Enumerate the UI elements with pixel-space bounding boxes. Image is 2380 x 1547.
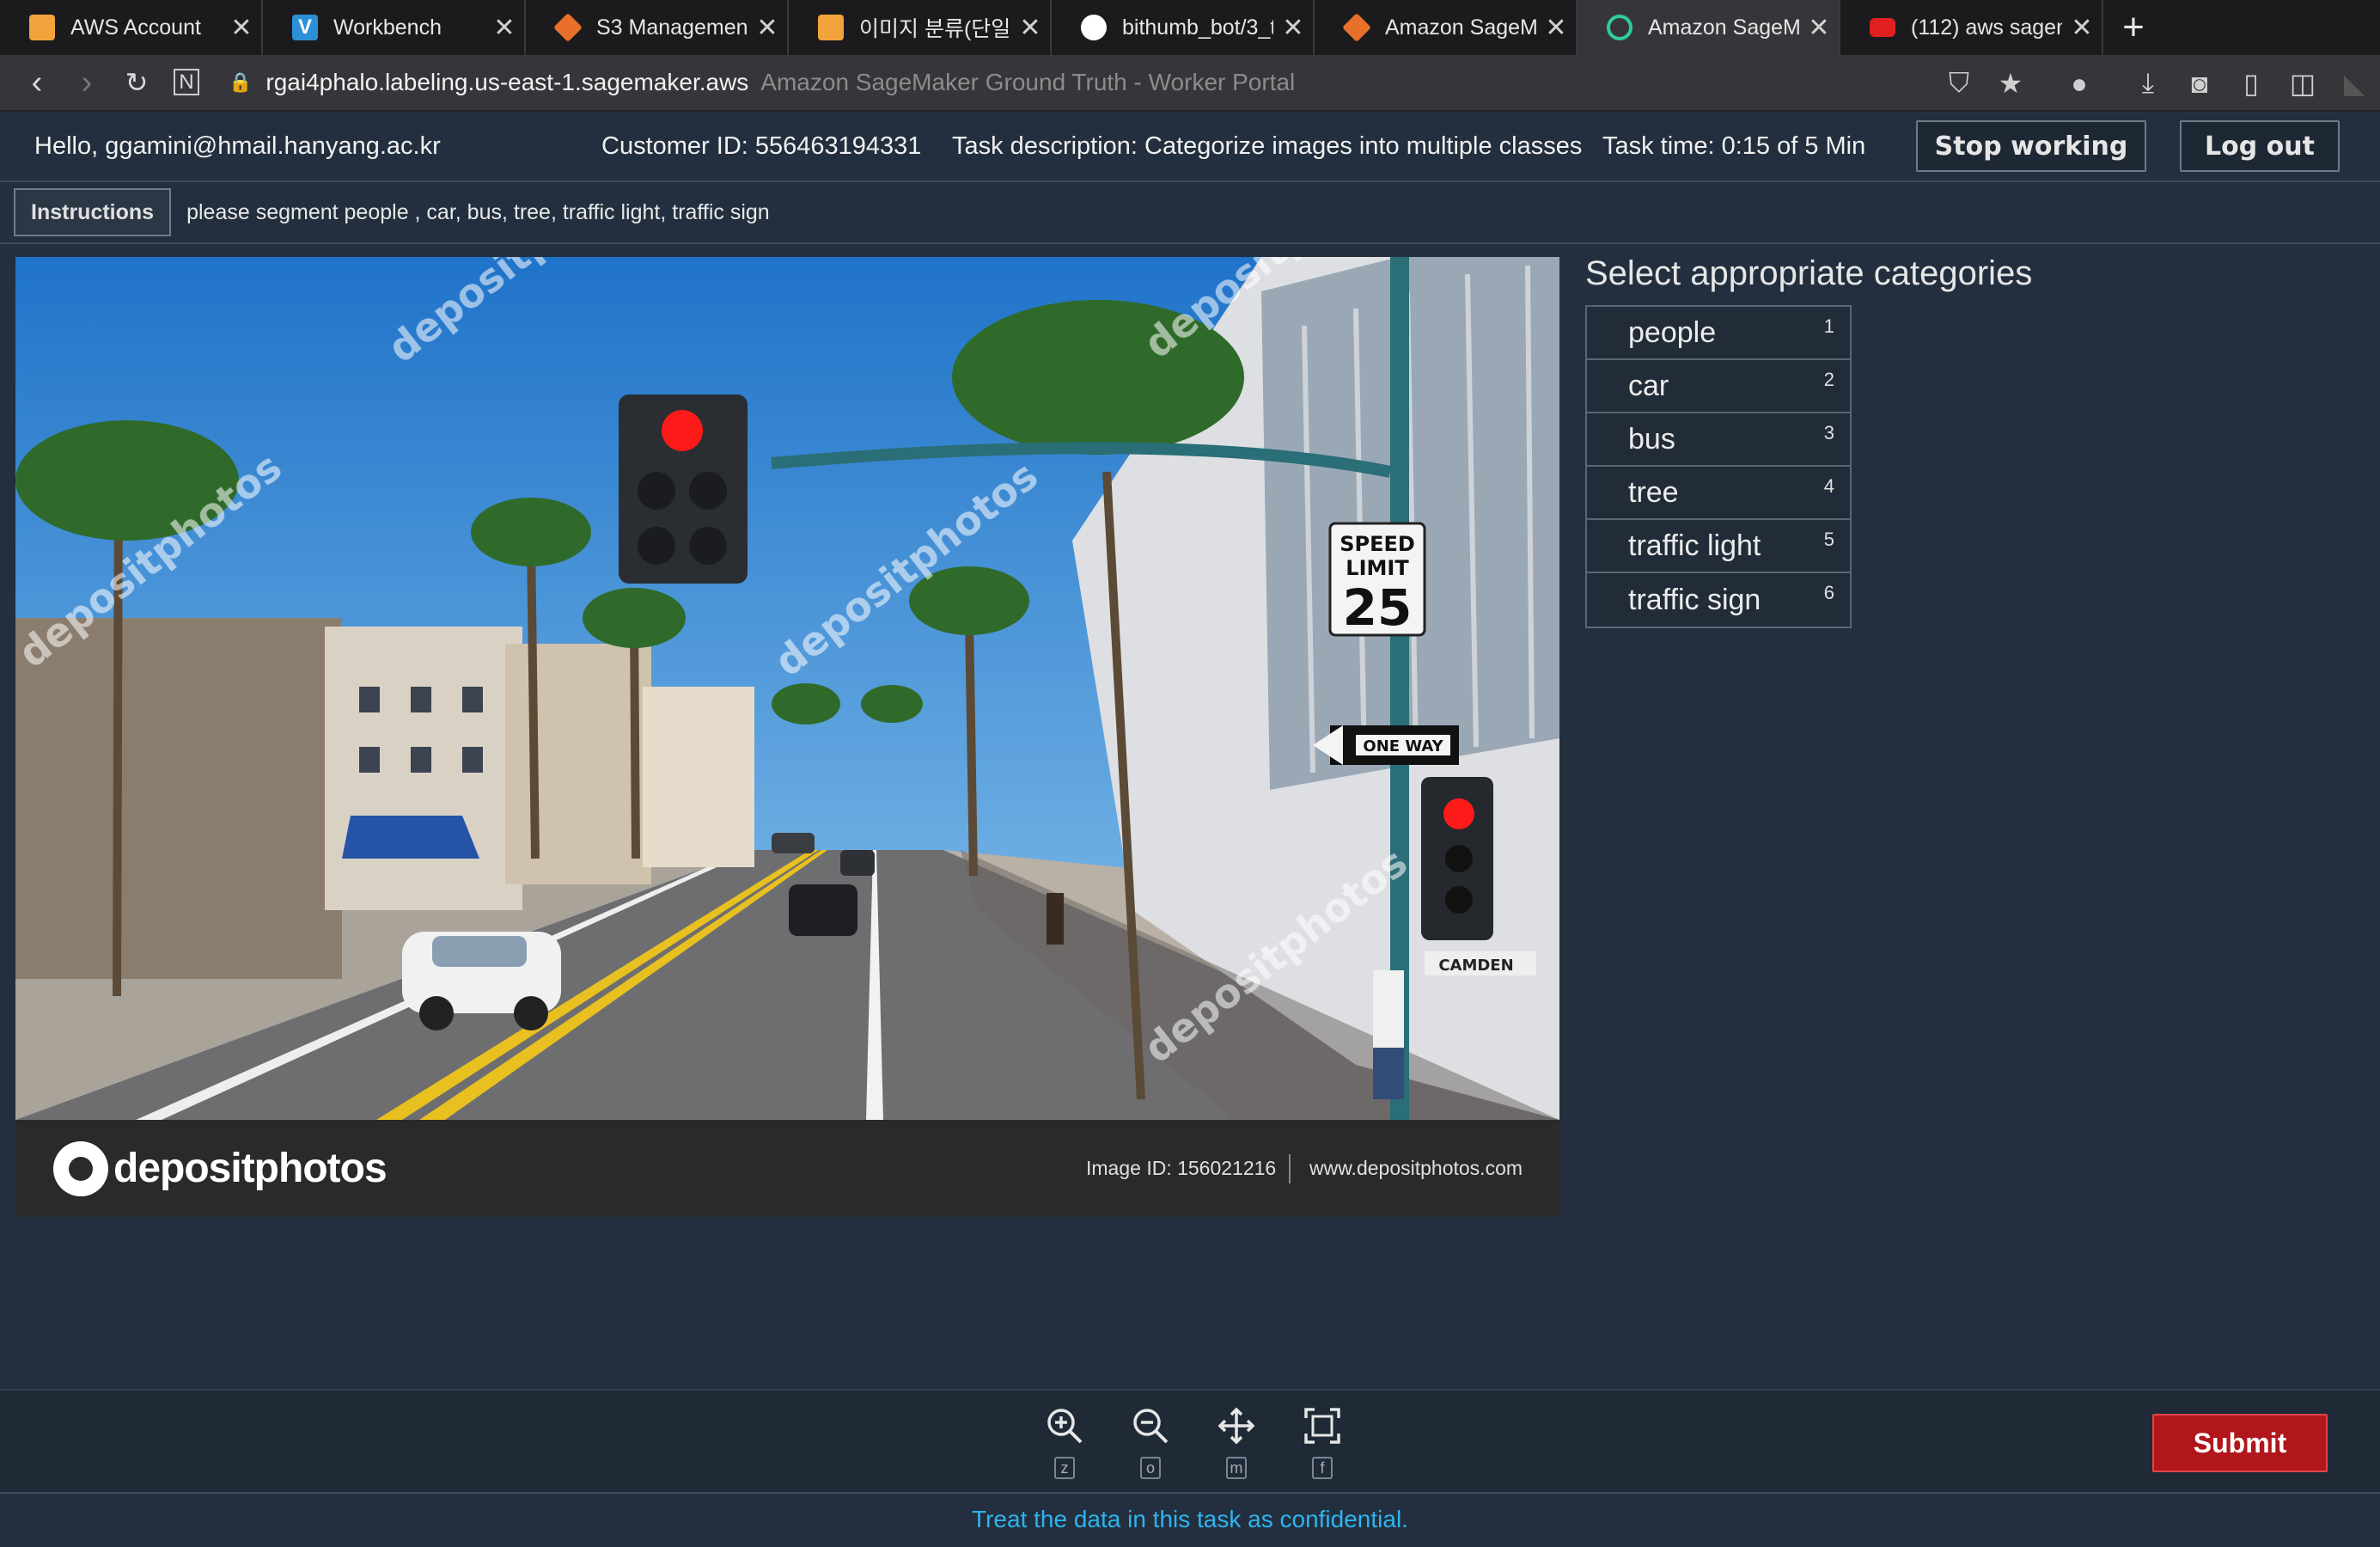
close-icon[interactable]: ✕ <box>1010 13 1050 43</box>
street-sign: CAMDEN <box>1438 957 1513 975</box>
instructions-button[interactable]: Instructions <box>14 188 172 236</box>
close-icon[interactable]: ✕ <box>2062 13 2102 43</box>
shortcut-key: o <box>1140 1457 1161 1479</box>
loading-circle-icon <box>1607 15 1632 40</box>
submit-button[interactable]: Submit <box>2152 1414 2328 1472</box>
aws-box-icon <box>29 15 55 40</box>
image-id: Image ID: 156021216 <box>1086 1157 1277 1179</box>
shortcut-key: 4 <box>1823 475 1834 497</box>
zoom-out-icon <box>1133 1409 1169 1444</box>
category-title: Select appropriate categories <box>1585 254 2033 292</box>
browser-toolbar-right: ⛉ ★ ● ⤓ ◙ ▯ ◫ ◣ <box>1933 55 2380 112</box>
extension-icon[interactable]: ● <box>2054 68 2105 100</box>
shortcut-key: 5 <box>1823 529 1834 550</box>
speed-sign-mid: LIMIT <box>1346 556 1409 580</box>
shortcut-key: 3 <box>1823 422 1834 443</box>
street-photo: SPEED LIMIT 25 ONE WAY CAMDEN depositpho… <box>15 257 1559 1120</box>
speed-sign-num: 25 <box>1343 578 1413 637</box>
greeting: Hello, ggamini@hmail.hanyang.ac.kr <box>34 131 441 160</box>
twitter-icon[interactable]: ◣ <box>2328 67 2380 100</box>
fit-screen-icon <box>1304 1408 1340 1444</box>
browser-tab-bar: AWS Account ✕ V Workbench ✕ S3 Managemen… <box>0 0 2380 55</box>
shield-icon[interactable]: ⛉ <box>1933 67 1985 100</box>
shortcut-key: m <box>1226 1457 1247 1479</box>
customer-id: Customer ID: 556463194331 <box>601 131 922 160</box>
tab-image-classification[interactable]: 이미지 분류(단일 레 ✕ <box>789 0 1052 55</box>
move-icon <box>1217 1407 1255 1445</box>
bottom-toolbar: z o m f Submit <box>0 1389 2380 1494</box>
tab-workbench[interactable]: V Workbench ✕ <box>263 0 526 55</box>
category-traffic-sign[interactable]: traffic sign 6 <box>1587 573 1850 627</box>
oneway-sign: ONE WAY <box>1363 737 1443 755</box>
confidential-notice: Treat the data in this task as confident… <box>972 1506 1408 1532</box>
v-logo-icon: V <box>292 15 318 40</box>
task-time: Task time: 0:15 of 5 Min <box>1602 131 1866 160</box>
task-description: Task description: Categorize images into… <box>952 131 1583 160</box>
close-icon[interactable]: ✕ <box>1536 13 1576 43</box>
shortcut-key: 6 <box>1823 582 1834 603</box>
youtube-icon <box>1870 18 1895 37</box>
instructions-text: please segment people , car, bus, tree, … <box>186 199 770 224</box>
star-icon[interactable]: ★ <box>1985 67 2036 100</box>
zoom-in-icon <box>1047 1409 1083 1444</box>
close-icon[interactable]: ✕ <box>1799 13 1839 43</box>
aws-box-icon <box>818 15 844 40</box>
shortcut-key: 2 <box>1823 369 1834 390</box>
tab-aws-account[interactable]: AWS Account ✕ <box>0 0 263 55</box>
close-icon[interactable]: ✕ <box>485 13 524 43</box>
notion-icon[interactable]: N <box>162 69 211 95</box>
shortcut-key: f <box>1312 1457 1333 1479</box>
fit-button[interactable]: f <box>1297 1406 1348 1479</box>
aws-s3-icon <box>553 13 583 42</box>
tab-sagemaker-active[interactable]: Amazon SageMa ✕ <box>1578 0 1840 55</box>
url-field[interactable]: 🔒 rgai4phalo.labeling.us-east-1.sagemake… <box>229 69 1295 96</box>
category-people[interactable]: people 1 <box>1587 307 1850 360</box>
stop-working-button[interactable]: Stop working <box>1916 120 2146 172</box>
category-panel: Select appropriate categories people 1 ca… <box>1585 254 2032 628</box>
tab-github[interactable]: bithumb_bot/3_t ✕ <box>1052 0 1315 55</box>
reload-icon[interactable]: ↻ <box>112 66 162 99</box>
image-panel: SPEED LIMIT 25 ONE WAY CAMDEN depositpho… <box>15 257 1559 1217</box>
worker-header: Hello, ggamini@hmail.hanyang.ac.kr Custo… <box>0 112 2380 182</box>
sidebar-icon[interactable]: ◫ <box>2277 67 2328 100</box>
category-traffic-light[interactable]: traffic light 5 <box>1587 520 1850 573</box>
new-tab-button[interactable]: + <box>2103 0 2163 55</box>
zoom-out-button[interactable]: o <box>1125 1406 1176 1479</box>
close-icon[interactable]: ✕ <box>748 13 787 43</box>
task-image[interactable]: SPEED LIMIT 25 ONE WAY CAMDEN depositpho… <box>15 257 1559 1120</box>
image-footer: depositphotos Image ID: 156021216 www.de… <box>15 1120 1559 1217</box>
category-list: people 1 car 2 bus 3 tree 4 traffic light 5 t… <box>1585 305 1852 628</box>
github-icon <box>1081 15 1107 40</box>
category-car[interactable]: car 2 <box>1587 360 1850 413</box>
download-icon[interactable]: ⤓ <box>2122 67 2174 100</box>
close-icon[interactable]: ✕ <box>1273 13 1313 43</box>
divider <box>1289 1153 1291 1183</box>
instructions-bar: Instructions please segment people , car… <box>0 182 2380 244</box>
logout-button[interactable]: Log out <box>2180 120 2340 172</box>
depositphotos-logo: depositphotos <box>53 1140 388 1196</box>
back-icon[interactable]: ‹ <box>12 64 62 101</box>
speed-sign-top: SPEED <box>1340 532 1415 556</box>
reader-icon[interactable]: ▯ <box>2225 67 2277 100</box>
close-icon[interactable]: ✕ <box>222 13 261 43</box>
lock-icon: 🔒 <box>229 71 253 93</box>
tab-youtube[interactable]: (112) aws sagem ✕ <box>1840 0 2103 55</box>
shortcut-key: z <box>1054 1457 1075 1479</box>
tab-s3-management[interactable]: S3 Management ✕ <box>526 0 789 55</box>
zoom-in-button[interactable]: z <box>1039 1406 1090 1479</box>
address-bar: ‹ › ↻ N 🔒 rgai4phalo.labeling.us-east-1.… <box>0 55 2380 112</box>
image-url: www.depositphotos.com <box>1309 1157 1523 1179</box>
camera-icon <box>53 1140 108 1196</box>
aws-sagemaker-icon <box>1342 13 1371 42</box>
tab-sagemaker-1[interactable]: Amazon SageMa ✕ <box>1315 0 1578 55</box>
category-bus[interactable]: bus 3 <box>1587 413 1850 467</box>
move-button[interactable]: m <box>1211 1406 1262 1479</box>
forward-icon[interactable]: › <box>62 64 112 101</box>
shortcut-key: 1 <box>1823 315 1834 337</box>
screenshot-icon[interactable]: ◙ <box>2174 68 2225 100</box>
category-tree[interactable]: tree 4 <box>1587 467 1850 520</box>
